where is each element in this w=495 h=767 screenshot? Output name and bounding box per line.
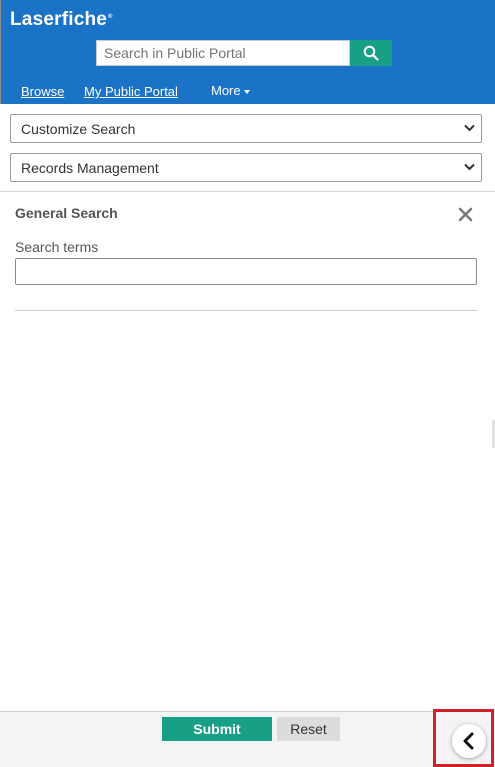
search-terms-label: Search terms <box>15 239 99 255</box>
nav-more-label: More <box>211 83 241 98</box>
nav-browse-link[interactable]: Browse <box>21 84 64 99</box>
nav-more-menu[interactable]: More <box>211 83 250 98</box>
search-button[interactable] <box>350 40 392 66</box>
public-portal-page: Laserfiche® Browse My Public Portal More… <box>0 0 495 767</box>
search-type-value: Customize Search <box>21 121 136 137</box>
laserfiche-logo[interactable]: Laserfiche® <box>10 9 113 31</box>
caret-down-icon <box>243 89 250 94</box>
logo-registered-mark: ® <box>108 13 113 20</box>
divider <box>0 191 495 192</box>
section-title: General Search <box>15 205 118 221</box>
submit-button[interactable]: Submit <box>162 717 272 741</box>
chevron-down-icon <box>464 124 475 132</box>
logo-text: Laserfiche <box>10 9 108 30</box>
collapse-panel-button[interactable] <box>452 724 486 758</box>
header-bar: Laserfiche® Browse My Public Portal More <box>0 0 495 104</box>
chevron-left-icon <box>463 732 474 750</box>
search-terms-input[interactable] <box>15 258 477 285</box>
portal-search-input[interactable] <box>96 40 350 66</box>
repository-select[interactable]: Records Management <box>10 153 482 182</box>
reset-button[interactable]: Reset <box>277 717 340 741</box>
search-icon <box>363 45 379 61</box>
repository-value: Records Management <box>21 160 159 176</box>
chevron-down-icon <box>464 163 475 171</box>
close-icon[interactable] <box>457 206 474 223</box>
search-type-select[interactable]: Customize Search <box>10 114 482 143</box>
nav-my-public-portal-link[interactable]: My Public Portal <box>84 84 178 99</box>
divider <box>15 310 477 311</box>
